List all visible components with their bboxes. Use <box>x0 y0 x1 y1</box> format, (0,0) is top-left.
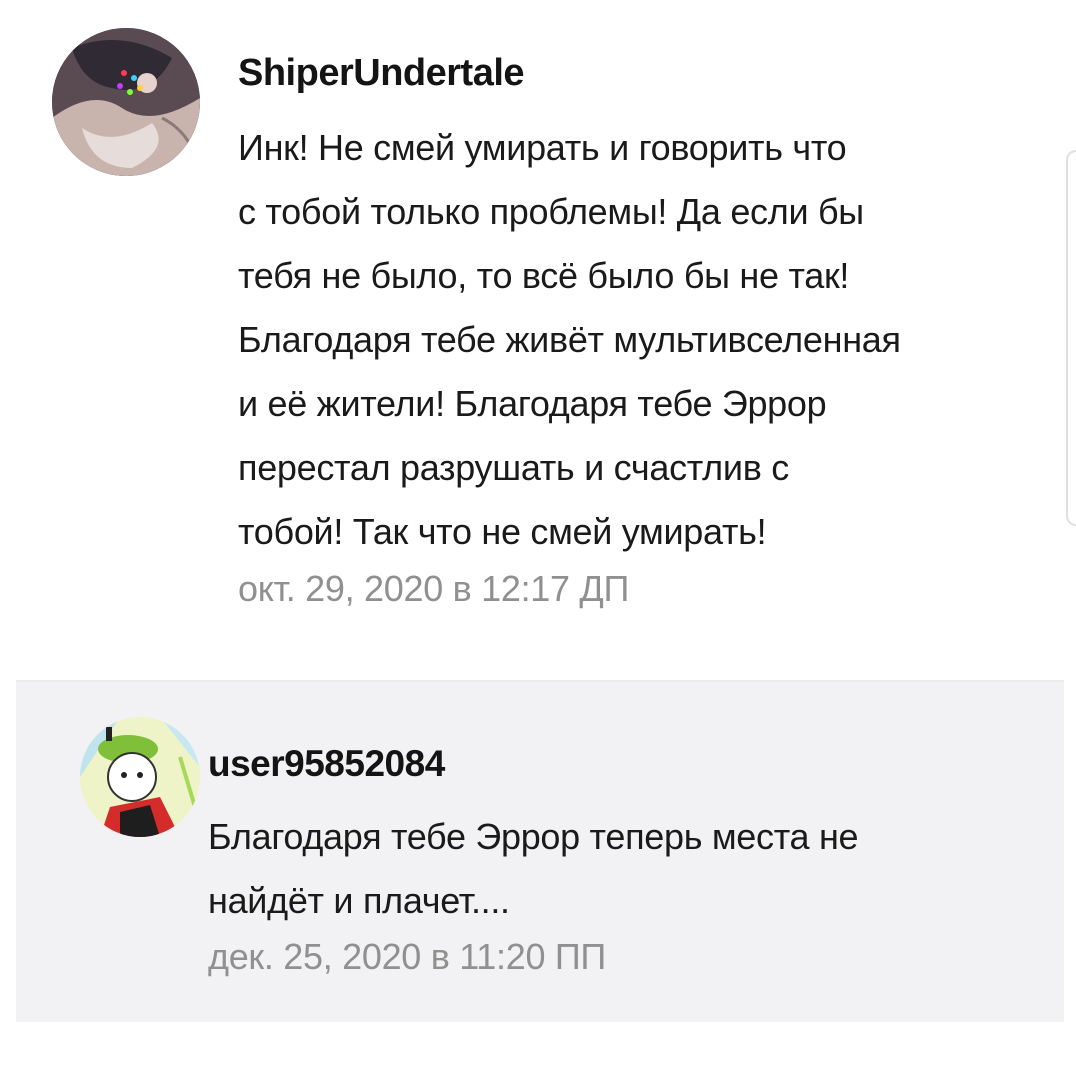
avatar-image <box>52 28 200 176</box>
comment-line: тебя не было, то всё было бы не так! <box>238 255 850 296</box>
comment-timestamp: окт. 29, 2020 в 12:17 ДП <box>238 568 630 609</box>
comment: ShiperUndertale Инк! Не смей умирать и г… <box>0 0 1076 670</box>
comment-text: Благодаря тебе Эррор теперь места не най… <box>208 805 859 933</box>
comment-line: Благодаря тебе Эррор теперь места не <box>208 816 859 857</box>
comment-line: тобой! Так что не смей умирать! <box>238 511 767 552</box>
avatar[interactable] <box>52 28 200 176</box>
comment-line: найдёт и плачет.... <box>208 880 510 921</box>
comment-line: и её жители! Благодаря тебе Эррор <box>238 383 827 424</box>
comment-line: перестал разрушать и счастлив с <box>238 447 789 488</box>
comments-page: ShiperUndertale Инк! Не смей умирать и г… <box>0 0 1076 1092</box>
scroll-indicator[interactable] <box>1066 150 1076 526</box>
comment-line: Благодаря тебе живёт мультивселенная <box>238 319 901 360</box>
avatar-image <box>80 717 200 837</box>
comment-line: Инк! Не смей умирать и говорить что <box>238 127 847 168</box>
comment-timestamp: дек. 25, 2020 в 11:20 ПП <box>208 936 607 977</box>
reply-comment: user95852084 Благодаря тебе Эррор теперь… <box>16 682 1064 1022</box>
comment-line: с тобой только проблемы! Да если бы <box>238 191 864 232</box>
avatar[interactable] <box>80 717 200 837</box>
comment-text: Инк! Не смей умирать и говорить что с то… <box>238 116 901 564</box>
username[interactable]: user95852084 <box>208 743 445 785</box>
username[interactable]: ShiperUndertale <box>238 52 525 95</box>
